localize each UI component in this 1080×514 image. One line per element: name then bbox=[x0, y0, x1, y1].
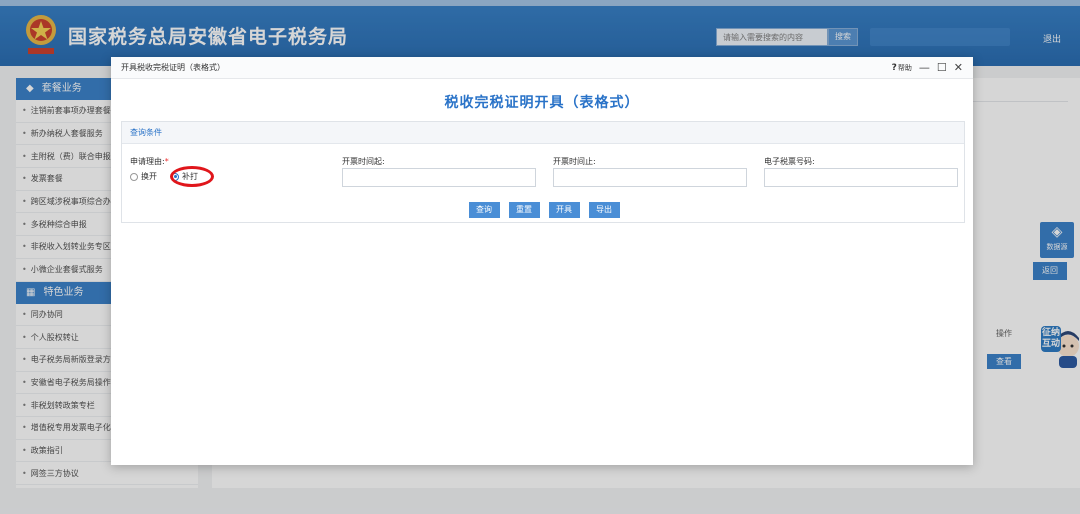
issue-button[interactable]: 开具 bbox=[548, 202, 580, 218]
end-time-label: 开票时间止: bbox=[553, 157, 596, 166]
ticket-number-label: 电子税票号码: bbox=[764, 157, 815, 166]
query-conditions-panel: 查询条件 申请理由:* 换开 补打 开票时间起: 开票时间止: 电子税票号码: … bbox=[121, 121, 965, 223]
minimize-icon[interactable]: — bbox=[919, 62, 930, 73]
radio-option-label: 换开 bbox=[141, 172, 157, 181]
ticket-number-input[interactable] bbox=[764, 168, 958, 187]
maximize-icon[interactable]: ☐ bbox=[937, 62, 947, 73]
query-section-title: 查询条件 bbox=[122, 122, 964, 144]
modal-main-title: 税收完税证明开具（表格式） bbox=[444, 95, 640, 111]
tax-certificate-modal: 开具税收完税证明（表格式） ? 帮助 — ☐ ✕ 税收完税证明开具（表格式） 查… bbox=[111, 57, 973, 465]
reason-label-text: 申请理由: bbox=[130, 157, 165, 166]
red-highlight-ring bbox=[170, 166, 214, 187]
close-icon[interactable]: ✕ bbox=[954, 62, 963, 73]
export-button[interactable]: 导出 bbox=[588, 202, 620, 218]
radio-unchecked[interactable] bbox=[130, 172, 138, 181]
modal-header: 开具税收完税证明（表格式） ? 帮助 — ☐ ✕ bbox=[111, 57, 973, 79]
start-time-label: 开票时间起: bbox=[342, 157, 385, 166]
modal-tools: ? 帮助 — ☐ ✕ bbox=[892, 62, 963, 73]
help-label: 帮助 bbox=[897, 63, 912, 72]
radio-option-reissue[interactable]: 换开 bbox=[130, 171, 157, 182]
reset-button[interactable]: 重置 bbox=[508, 202, 540, 218]
help-button[interactable]: ? 帮助 bbox=[892, 63, 912, 73]
modal-window-title: 开具税收完税证明（表格式） bbox=[121, 63, 225, 72]
required-mark: * bbox=[164, 157, 169, 166]
query-button[interactable]: 查询 bbox=[468, 202, 500, 218]
end-time-input[interactable] bbox=[553, 168, 747, 187]
action-button-row: 查询 重置 开具 导出 bbox=[122, 202, 966, 218]
question-icon: ? bbox=[891, 62, 897, 73]
start-time-input[interactable] bbox=[342, 168, 536, 187]
reason-label: 申请理由:* bbox=[130, 156, 169, 167]
